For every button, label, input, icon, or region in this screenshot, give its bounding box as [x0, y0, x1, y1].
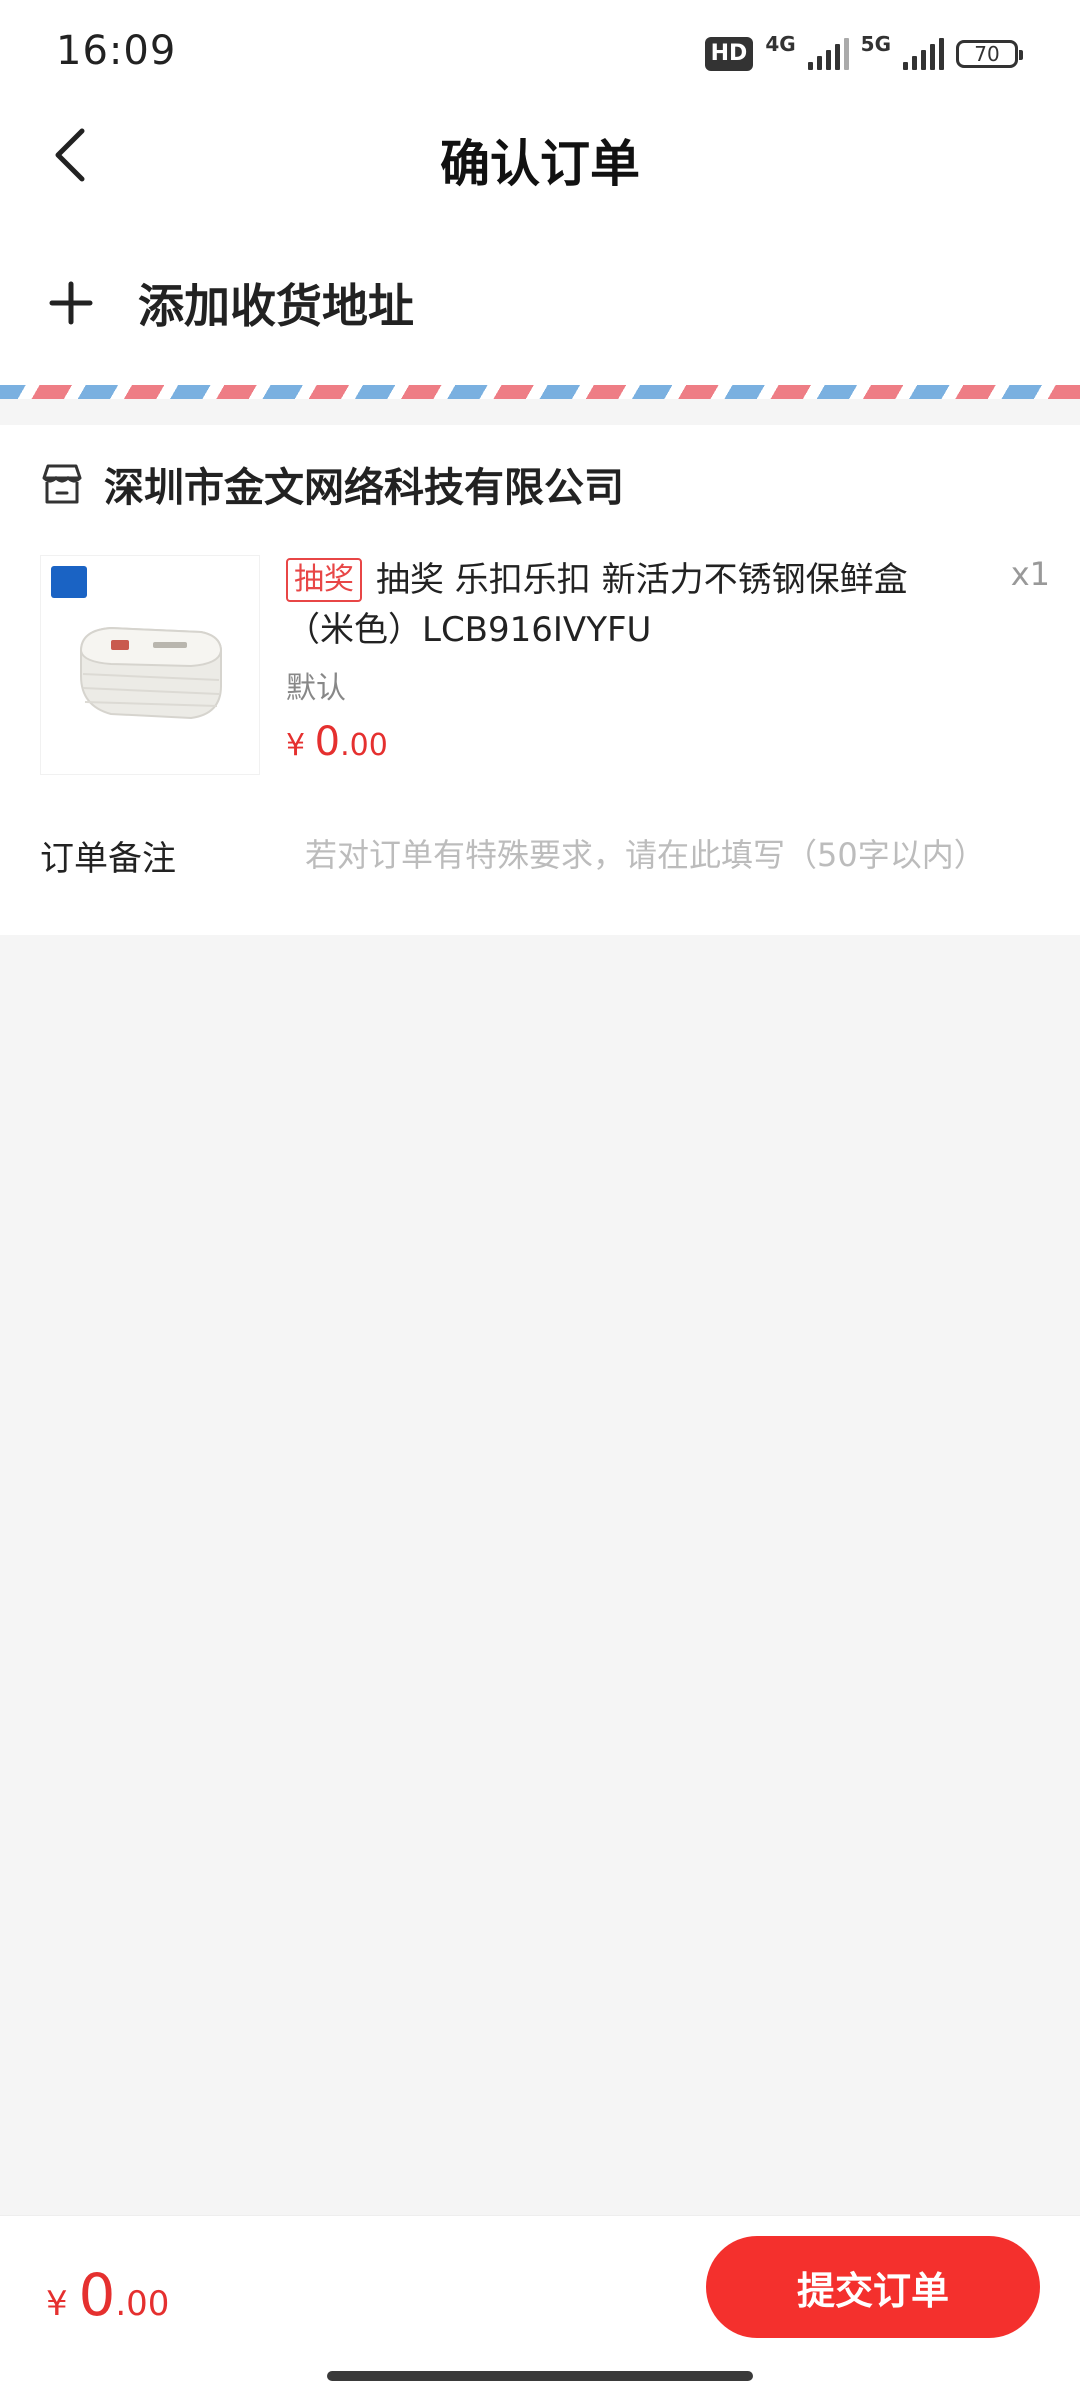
network-5g-label: 5G: [860, 32, 891, 56]
hd-badge: HD: [704, 37, 754, 71]
lottery-tag: 抽奖: [286, 558, 362, 602]
page-title: 确认订单: [440, 135, 640, 193]
total-price-symbol: ¥: [46, 2284, 68, 2324]
order-remark-label: 订单备注: [40, 838, 176, 879]
network-4g-label: 4G: [765, 32, 796, 56]
nav-bar: 确认订单: [0, 100, 1080, 210]
total-price: ¥ 0.00: [46, 2261, 169, 2329]
signal-5g-icon: [903, 38, 944, 70]
product-price-decimal: .00: [340, 728, 388, 763]
food-container-icon: [79, 626, 223, 720]
status-bar: 16:09 HD 4G 5G 70: [0, 0, 1080, 100]
order-card: 深圳市金文网络科技有限公司 抽奖 抽奖 乐扣乐扣 新活力不锈钢保鲜盒（米色）LCB…: [0, 425, 1080, 935]
shop-header[interactable]: 深圳市金文网络科技有限公司: [38, 455, 624, 513]
total-price-integer: 0: [78, 2261, 116, 2329]
status-time: 16:09: [56, 28, 177, 74]
battery-icon: 70: [956, 40, 1023, 68]
product-title[interactable]: 抽奖 抽奖 乐扣乐扣 新活力不锈钢保鲜盒（米色）LCB916IVYFU: [286, 555, 966, 655]
product-price-integer: 0: [314, 719, 341, 765]
order-remark-row: 订单备注: [40, 810, 1040, 900]
store-icon: [42, 464, 82, 504]
total-price-decimal: .00: [115, 2284, 170, 2324]
shop-name: 深圳市金文网络科技有限公司: [104, 465, 624, 511]
product-spec: 默认: [286, 671, 346, 706]
address-section: 添加收货地址: [0, 210, 1080, 385]
submit-order-button[interactable]: 提交订单: [706, 2236, 1040, 2338]
product-info: 抽奖 抽奖 乐扣乐扣 新活力不锈钢保鲜盒（米色）LCB916IVYFU 默认 ¥ …: [286, 555, 966, 765]
product-image[interactable]: [40, 555, 260, 775]
plus-icon: [46, 278, 96, 328]
home-indicator[interactable]: [327, 2371, 753, 2381]
product-price: ¥ 0.00: [286, 719, 966, 765]
add-address-button[interactable]: 添加收货地址: [46, 270, 414, 336]
order-remark-input[interactable]: [305, 836, 1040, 874]
product-item: 抽奖 抽奖 乐扣乐扣 新活力不锈钢保鲜盒（米色）LCB916IVYFU 默认 ¥ …: [40, 555, 1050, 775]
airmail-divider: [0, 385, 1080, 399]
product-title-text: 抽奖 乐扣乐扣 新活力不锈钢保鲜盒（米色）LCB916IVYFU: [286, 560, 908, 650]
product-quantity: x1: [1010, 555, 1050, 593]
battery-level: 70: [974, 42, 1000, 66]
product-price-symbol: ¥: [286, 728, 306, 763]
add-address-label: 添加收货地址: [138, 279, 414, 333]
signal-4g-icon: [807, 38, 849, 70]
status-indicators: HD 4G 5G 70: [704, 32, 1023, 74]
